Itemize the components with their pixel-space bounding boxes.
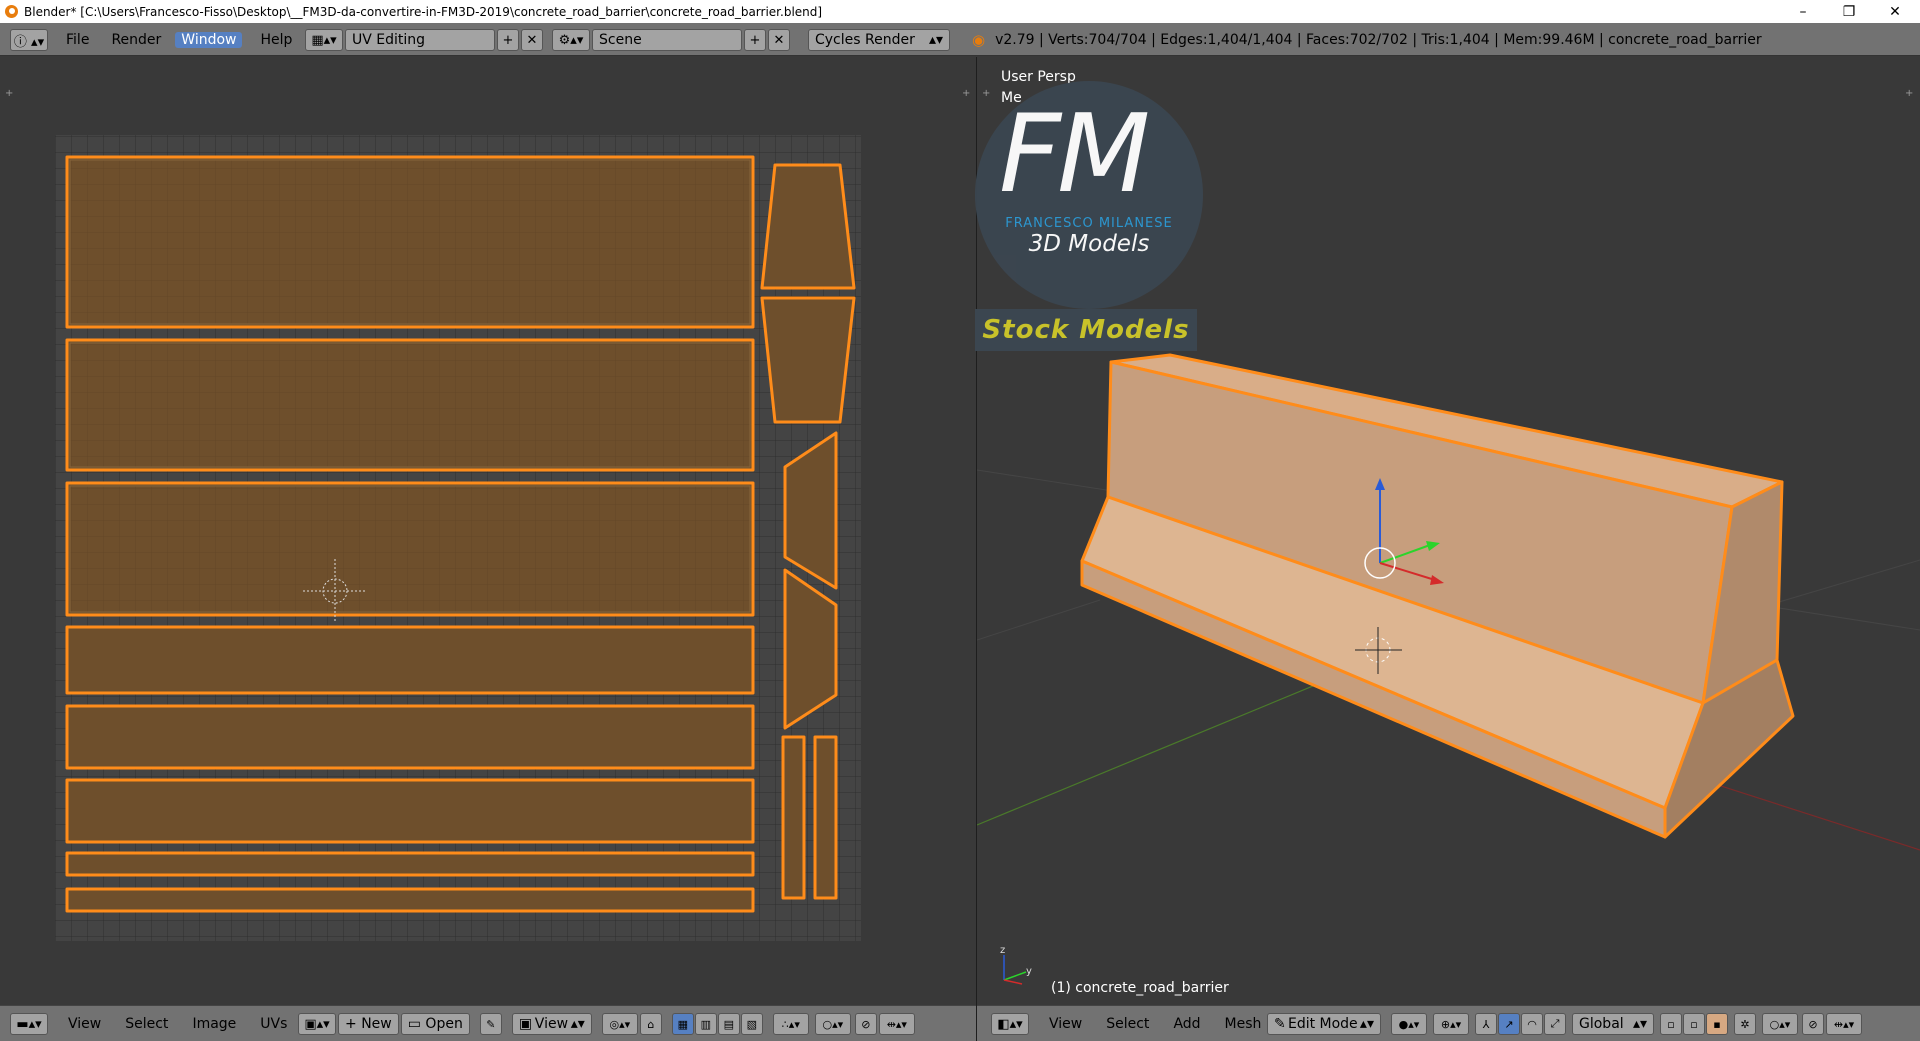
falloff-icon[interactable]: ⊘ bbox=[854, 1013, 877, 1035]
viewport-properties-toggle-icon: + bbox=[1905, 88, 1913, 99]
svg-text:z: z bbox=[1000, 945, 1005, 956]
face-select-icon[interactable]: ▤ bbox=[717, 1013, 740, 1035]
3d-viewport[interactable]: z y + + User Persp Me (1) concrete_road_… bbox=[975, 57, 1920, 1005]
uv-editor-type-button[interactable]: ▬▴▾ bbox=[10, 1013, 48, 1035]
logo-letters: FM bbox=[999, 92, 1150, 217]
pin-icon[interactable]: ✎ bbox=[479, 1013, 502, 1035]
window-title: Blender* [C:\Users\Francesco-Fisso\Deskt… bbox=[24, 4, 823, 19]
viewport-editor-type-button[interactable]: ◧▴▾ bbox=[991, 1013, 1029, 1035]
stock-models-banner: Stock Models bbox=[975, 309, 1197, 351]
image-browse-button[interactable]: ▣▴▾ bbox=[298, 1013, 336, 1035]
layer-1-icon[interactable]: ▫ bbox=[1660, 1013, 1682, 1035]
proportional-edit-icon[interactable]: ○▴▾ bbox=[814, 1013, 851, 1035]
title-bar: Blender* [C:\Users\Francesco-Fisso\Deskt… bbox=[0, 0, 1920, 23]
snap-toggle-icon[interactable]: ⊘ bbox=[1802, 1013, 1824, 1035]
rotate-manipulator-icon[interactable]: ◠ bbox=[1521, 1013, 1543, 1035]
brand-sub: 3D Models bbox=[1028, 231, 1150, 257]
uv-island-13[interactable] bbox=[781, 735, 806, 900]
blender-info-icon: ◉ bbox=[972, 31, 986, 49]
viewport-toolshelf-toggle-icon: + bbox=[982, 88, 990, 99]
uv-sync-icon[interactable]: ⇹▴▾ bbox=[878, 1013, 915, 1035]
uv-inner-grid bbox=[69, 159, 751, 613]
snap-element-type-icon[interactable]: ⇹▴▾ bbox=[1826, 1013, 1862, 1035]
transform-orientation-dropdown[interactable]: Global ▴▾ bbox=[1572, 1013, 1654, 1035]
interaction-mode-dropdown[interactable]: ✎ Edit Mode ▴▾ bbox=[1267, 1013, 1381, 1035]
axis-gizmo-icon: z y bbox=[1000, 945, 1032, 985]
island-select-icon[interactable]: ▧ bbox=[740, 1013, 763, 1035]
pivot-point-icon[interactable]: ⊕▴▾ bbox=[1433, 1013, 1469, 1035]
close-window-button[interactable]: ✕ bbox=[1872, 0, 1918, 23]
fm-watermark-logo: FM FRANCESCO MILANESE 3D Models bbox=[975, 81, 1203, 309]
remove-layout-icon[interactable]: ✕ bbox=[521, 29, 543, 51]
editor-type-info-button[interactable]: ⓘ ▴▾ bbox=[10, 29, 48, 51]
viewport-menu-mesh[interactable]: Mesh bbox=[1219, 1016, 1268, 1032]
uv-island-7[interactable] bbox=[65, 851, 755, 877]
pivot-icon[interactable]: ◎▴▾ bbox=[601, 1013, 638, 1035]
viewport-menu-select[interactable]: Select bbox=[1100, 1016, 1155, 1032]
add-layout-icon[interactable]: + bbox=[497, 29, 519, 51]
barrier-mesh[interactable] bbox=[1080, 353, 1795, 839]
viewport-shading-icon[interactable]: ●▴▾ bbox=[1391, 1013, 1427, 1035]
uv-island-4[interactable] bbox=[65, 625, 755, 695]
menu-help[interactable]: Help bbox=[254, 32, 298, 48]
scene-dropdown[interactable]: Scene bbox=[592, 29, 742, 51]
uv-island-6[interactable] bbox=[65, 778, 755, 844]
svg-text:y: y bbox=[1026, 966, 1032, 977]
uv-view-mode-dropdown[interactable]: ▣ View ▴▾ bbox=[511, 1013, 592, 1035]
active-object-label: (1) concrete_road_barrier bbox=[1051, 980, 1229, 996]
minimize-button[interactable]: – bbox=[1780, 0, 1826, 23]
uv-island-5[interactable] bbox=[65, 704, 755, 770]
uv-island-8[interactable] bbox=[65, 887, 755, 913]
info-header: ⓘ ▴▾ File Render Window Help ▦▴▾ UV Edit… bbox=[0, 23, 1920, 56]
vertex-select-icon[interactable]: ▦ bbox=[671, 1013, 694, 1035]
uv-editor-header: ▬▴▾ View Select Image UVs ▣▴▾ + New ▭ Op… bbox=[0, 1005, 976, 1041]
uv-menu-image[interactable]: Image bbox=[186, 1016, 242, 1032]
viewport-menu-view[interactable]: View bbox=[1043, 1016, 1088, 1032]
snap-element-icon[interactable]: ∴▴▾ bbox=[772, 1013, 809, 1035]
uv-menu-select[interactable]: Select bbox=[119, 1016, 174, 1032]
layer-3-icon[interactable]: ▪ bbox=[1706, 1013, 1728, 1035]
edge-select-icon[interactable]: ▥ bbox=[694, 1013, 717, 1035]
uv-island-14[interactable] bbox=[813, 735, 838, 900]
screen-layout-dropdown[interactable]: UV Editing bbox=[345, 29, 495, 51]
uv-toolshelf-toggle-icon: + bbox=[5, 88, 13, 99]
add-scene-icon[interactable]: + bbox=[744, 29, 766, 51]
open-image-button[interactable]: ▭ Open bbox=[400, 1013, 470, 1035]
blender-window: Blender* [C:\Users\Francesco-Fisso\Deskt… bbox=[0, 0, 1920, 1041]
manipulator-toggle-icon[interactable]: ⅄ bbox=[1475, 1013, 1497, 1035]
render-engine-dropdown[interactable]: Cycles Render ▴▾ bbox=[808, 29, 950, 51]
proportional-editing-icon[interactable]: ○▴▾ bbox=[1762, 1013, 1798, 1035]
uv-canvas[interactable]: + + bbox=[0, 57, 976, 1005]
occlude-geometry-icon[interactable]: ✲ bbox=[1734, 1013, 1756, 1035]
menu-window[interactable]: Window bbox=[175, 32, 243, 48]
scale-manipulator-icon[interactable]: ⤢ bbox=[1544, 1013, 1566, 1035]
maximize-button[interactable]: ❐ bbox=[1826, 0, 1872, 23]
uv-island-10[interactable] bbox=[760, 296, 856, 424]
sticky-select-icon[interactable]: ⌂ bbox=[639, 1013, 662, 1035]
uv-menu-view[interactable]: View bbox=[62, 1016, 107, 1032]
brand-name: FRANCESCO MILANESE bbox=[1005, 216, 1173, 231]
3d-view-header: ◧▴▾ View Select Add Mesh ✎ Edit Mode ▴▾ ●▴… bbox=[977, 1005, 1920, 1041]
menu-file[interactable]: File bbox=[60, 32, 95, 48]
uv-image-editor[interactable]: + + bbox=[0, 57, 976, 1005]
blender-logo-icon bbox=[5, 5, 18, 18]
screen-layout-icon[interactable]: ▦▴▾ bbox=[305, 29, 343, 51]
uv-menu-uvs[interactable]: UVs bbox=[254, 1016, 293, 1032]
scene-icon[interactable]: ⚙▴▾ bbox=[552, 29, 590, 51]
scene-stats: v2.79 | Verts:704/704 | Edges:1,404/1,40… bbox=[995, 32, 1762, 48]
uv-properties-toggle-icon: + bbox=[962, 88, 970, 99]
viewport-menu-add[interactable]: Add bbox=[1167, 1016, 1206, 1032]
translate-manipulator-icon[interactable]: ↗ bbox=[1498, 1013, 1520, 1035]
new-image-button[interactable]: + New bbox=[338, 1013, 399, 1035]
remove-scene-icon[interactable]: ✕ bbox=[768, 29, 790, 51]
uv-island-9[interactable] bbox=[760, 163, 856, 290]
menu-render[interactable]: Render bbox=[105, 32, 167, 48]
layer-2-icon[interactable]: ▫ bbox=[1683, 1013, 1705, 1035]
